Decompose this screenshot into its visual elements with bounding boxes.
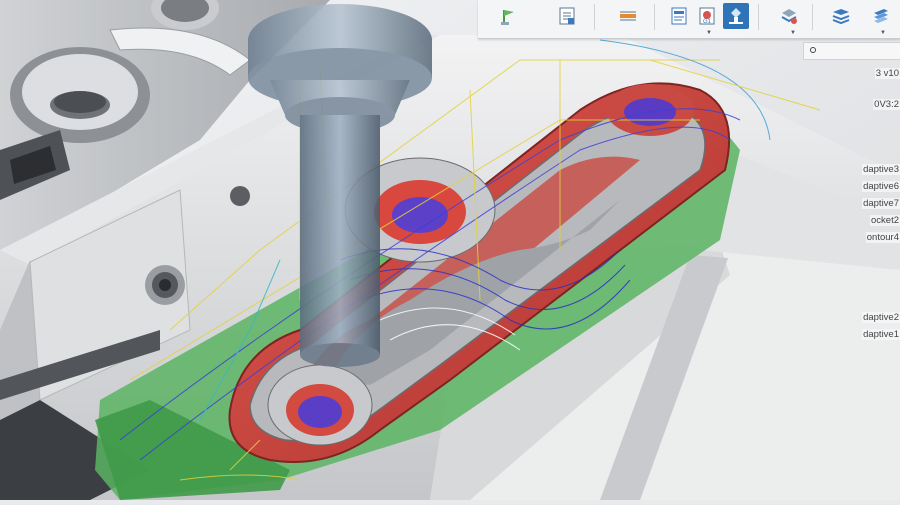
browser-item-adaptive1[interactable]: daptive1	[862, 329, 900, 340]
browser-item-contour4[interactable]: ontour4	[865, 232, 900, 243]
machining-scene	[0, 0, 900, 500]
setup-sheet-icon[interactable]	[554, 3, 580, 29]
collapse-dot-icon[interactable]	[810, 47, 816, 53]
toolbar: G1 ▼ ▼ ▼	[478, 0, 900, 39]
stack-icon[interactable]	[868, 3, 894, 29]
browser-item-pocket2[interactable]: ocket2	[870, 215, 900, 226]
browser-item-adaptive3[interactable]: daptive3	[862, 164, 900, 175]
post-process-icon[interactable]	[776, 3, 802, 29]
browser-item-adaptive7[interactable]: daptive7	[862, 198, 900, 209]
ruler-icon[interactable]	[615, 3, 641, 29]
layers-icon[interactable]	[828, 3, 854, 29]
simulate-icon[interactable]	[723, 3, 749, 29]
tool-library-icon[interactable]: G1	[694, 3, 720, 29]
nc-program-icon[interactable]	[666, 3, 692, 29]
browser-item-op1[interactable]: 0V3:2	[873, 99, 900, 110]
browser-item-adaptive6[interactable]: daptive6	[862, 181, 900, 192]
svg-text:G1: G1	[703, 19, 712, 25]
browser-item-adaptive2[interactable]: daptive2	[862, 312, 900, 323]
browser-header[interactable]	[803, 42, 900, 60]
cam-viewport[interactable]	[0, 0, 900, 500]
browser-item-setup[interactable]: 3 v10	[874, 68, 900, 79]
flag-pin-icon[interactable]	[496, 3, 522, 29]
